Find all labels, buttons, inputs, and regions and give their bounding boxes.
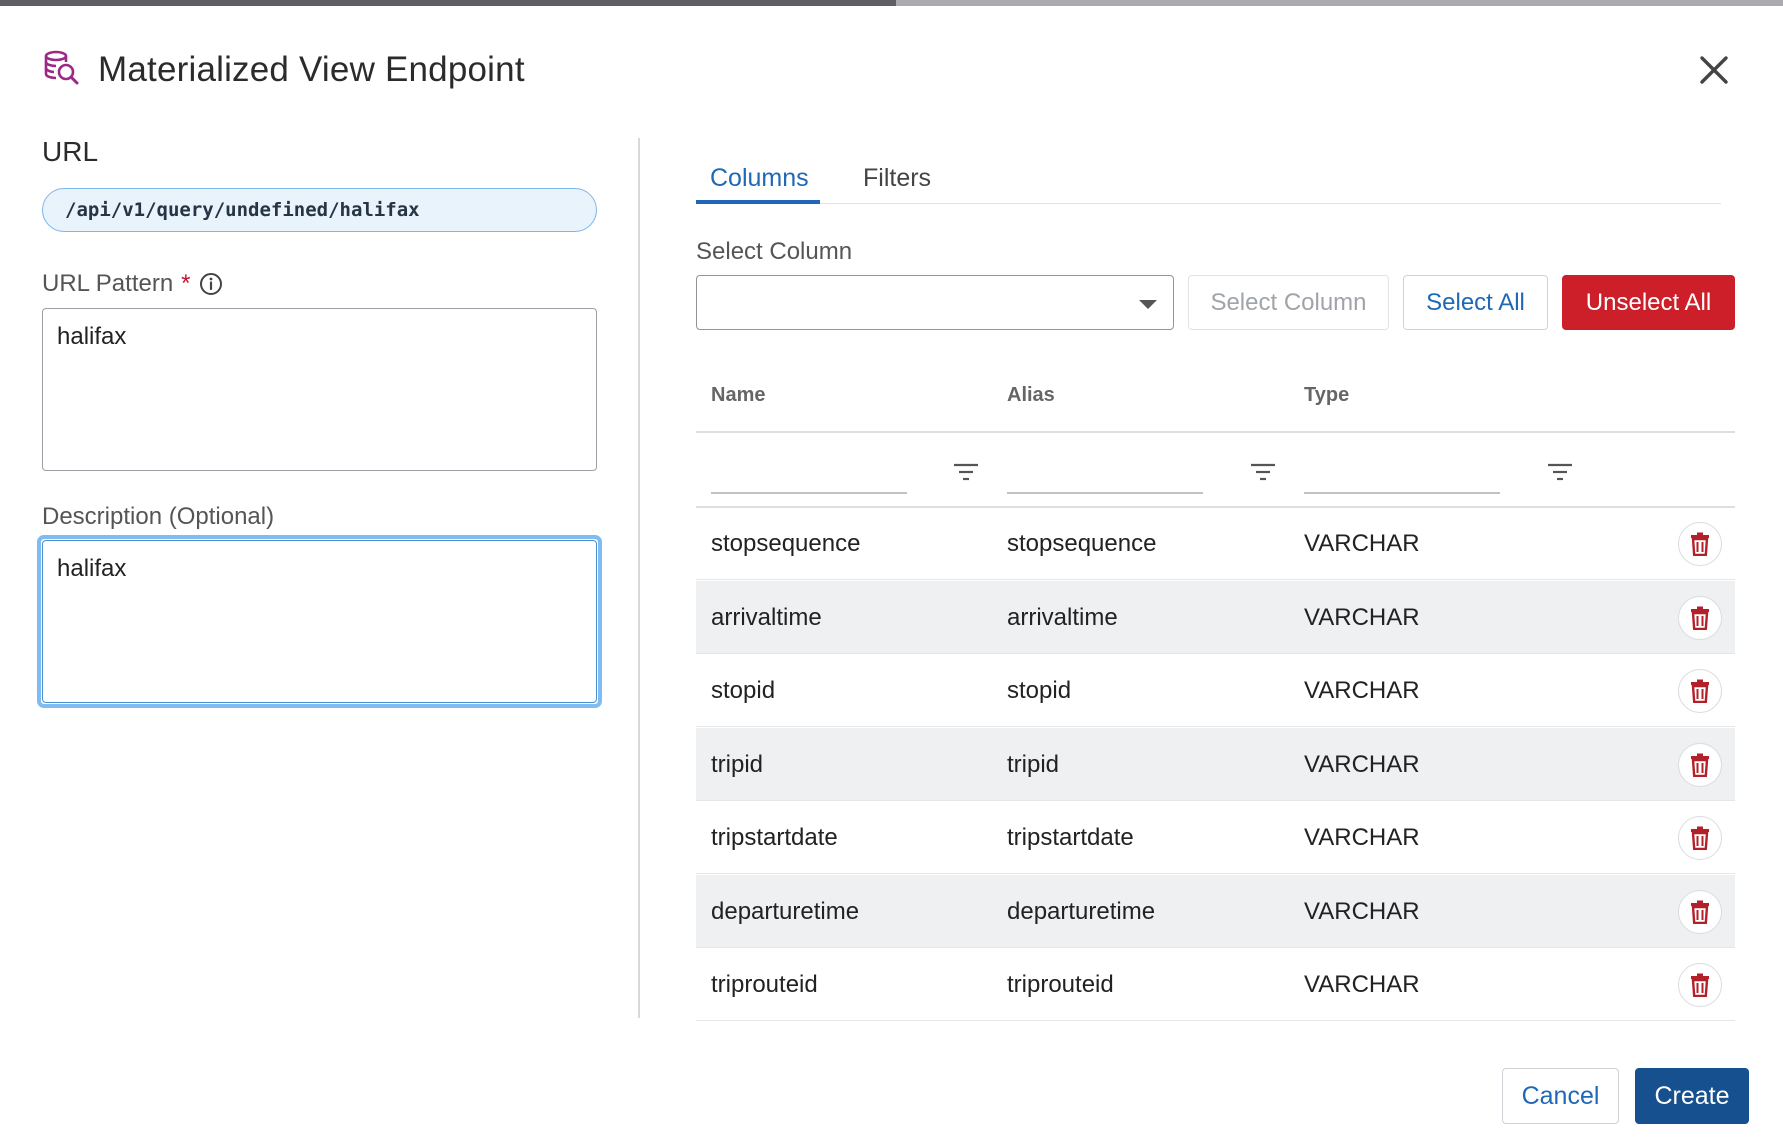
- row-name-cell: tripstartdate: [711, 824, 838, 851]
- type-filter-icon[interactable]: [1547, 462, 1573, 482]
- row-type-cell: VARCHAR: [1304, 750, 1420, 778]
- unselect-all-button[interactable]: Unselect All: [1562, 275, 1735, 330]
- row-name-cell: triprouteid: [711, 971, 818, 998]
- column-header-type[interactable]: Type: [1304, 384, 1349, 407]
- row-type-cell: VARCHAR: [1304, 530, 1420, 557]
- column-header-alias[interactable]: Alias: [1007, 384, 1055, 407]
- panel-divider: [638, 138, 640, 1018]
- endpoint-dialog: Materialized View Endpoint URL /api/v1/q…: [0, 6, 1783, 1139]
- row-name-cell: stopsequence: [711, 530, 861, 557]
- database-search-icon: [44, 50, 79, 85]
- delete-row-button[interactable]: [1678, 595, 1722, 640]
- url-label: URL: [42, 136, 99, 167]
- trash-icon: [1691, 679, 1709, 703]
- chevron-down-icon: [1139, 300, 1157, 309]
- create-button[interactable]: Create: [1635, 1068, 1749, 1124]
- tab-bar: Columns Filters: [696, 156, 1721, 204]
- row-type-cell: VARCHAR: [1304, 603, 1420, 631]
- trash-icon: [1691, 973, 1709, 997]
- active-tab-indicator: [696, 200, 820, 204]
- row-type-cell: VARCHAR: [1304, 677, 1420, 704]
- trash-icon: [1691, 532, 1709, 556]
- row-name-cell: departuretime: [711, 897, 860, 925]
- description-field[interactable]: halifax: [42, 540, 597, 703]
- type-filter-input[interactable]: [1304, 492, 1500, 494]
- select-column-label: Select Column: [696, 238, 853, 265]
- url-pattern-label-text: URL Pattern: [42, 270, 174, 297]
- row-type-cell: VARCHAR: [1304, 824, 1420, 851]
- row-alias-cell[interactable]: stopid: [1007, 677, 1071, 705]
- delete-row-button[interactable]: [1678, 889, 1722, 934]
- table-row[interactable]: arrivaltime arrivaltime VARCHAR: [696, 580, 1735, 654]
- name-filter-input[interactable]: [711, 492, 907, 494]
- delete-row-button[interactable]: [1678, 522, 1722, 566]
- select-all-button[interactable]: Select All: [1403, 275, 1548, 330]
- table-row[interactable]: departuretime departuretime VARCHAR: [696, 874, 1735, 948]
- name-filter-icon[interactable]: [953, 462, 979, 482]
- cancel-button[interactable]: Cancel: [1502, 1068, 1619, 1124]
- trash-icon: [1691, 900, 1709, 924]
- alias-filter-input[interactable]: [1007, 492, 1203, 494]
- row-alias-cell[interactable]: stopsequence: [1007, 530, 1156, 558]
- delete-row-button[interactable]: [1678, 742, 1722, 787]
- select-column-button[interactable]: Select Column: [1188, 275, 1389, 330]
- table-row[interactable]: tripstartdate tripstartdate VARCHAR: [696, 801, 1735, 874]
- url-value-text: /api/v1/query/undefined/halifax: [65, 199, 420, 221]
- info-icon[interactable]: [199, 272, 223, 296]
- row-alias-cell[interactable]: tripstartdate: [1007, 824, 1134, 852]
- row-alias-cell[interactable]: departuretime: [1007, 898, 1155, 926]
- row-type-cell: VARCHAR: [1304, 971, 1420, 998]
- tab-columns[interactable]: Columns: [710, 164, 809, 193]
- table-row[interactable]: stopid stopid VARCHAR: [696, 654, 1735, 727]
- row-alias-cell[interactable]: tripid: [1007, 751, 1059, 779]
- close-icon[interactable]: [1692, 48, 1736, 92]
- delete-row-button[interactable]: [1678, 816, 1722, 860]
- trash-icon: [1691, 826, 1709, 850]
- url-pattern-label: URL Pattern *: [42, 270, 223, 298]
- select-column-dropdown[interactable]: [696, 275, 1174, 330]
- url-value-chip: /api/v1/query/undefined/halifax: [42, 188, 597, 232]
- row-alias-cell[interactable]: triprouteid: [1007, 971, 1114, 999]
- required-asterisk: *: [181, 270, 191, 297]
- table-row[interactable]: tripid tripid VARCHAR: [696, 727, 1735, 801]
- filter-row: [696, 432, 1735, 506]
- column-header-name[interactable]: Name: [711, 384, 765, 407]
- tab-filters[interactable]: Filters: [863, 164, 931, 193]
- url-pattern-field[interactable]: halifax: [42, 308, 597, 471]
- alias-filter-icon[interactable]: [1250, 462, 1276, 482]
- table-row[interactable]: stopsequence stopsequence VARCHAR: [696, 507, 1735, 580]
- table-row[interactable]: triprouteid triprouteid VARCHAR: [696, 948, 1735, 1021]
- dialog-title: Materialized View Endpoint: [98, 50, 525, 89]
- row-type-cell: VARCHAR: [1304, 897, 1420, 925]
- row-name-cell: arrivaltime: [711, 603, 822, 631]
- description-label: Description (Optional): [42, 503, 275, 530]
- row-name-cell: tripid: [711, 750, 764, 778]
- trash-icon: [1691, 606, 1709, 630]
- delete-row-button[interactable]: [1678, 669, 1722, 713]
- row-alias-cell[interactable]: arrivaltime: [1007, 604, 1118, 632]
- delete-row-button[interactable]: [1678, 963, 1722, 1007]
- row-name-cell: stopid: [711, 677, 776, 704]
- trash-icon: [1691, 753, 1709, 777]
